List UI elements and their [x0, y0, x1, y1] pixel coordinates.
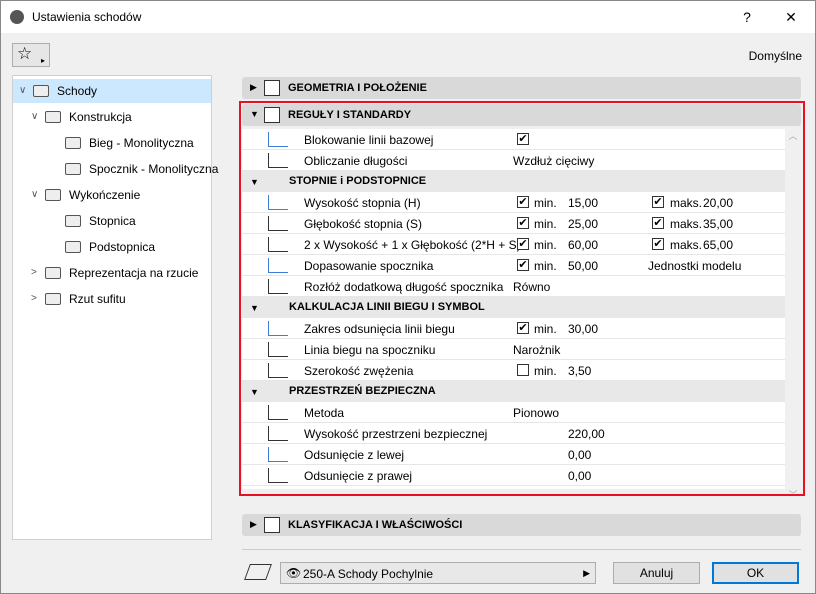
tree-item[interactable]: ∨ Wykończenie [13, 183, 211, 207]
tree-item-label: Schody [57, 84, 98, 98]
highlight-box [239, 101, 805, 496]
close-button[interactable]: ✕ [776, 5, 806, 29]
expand-icon: ▶ [250, 82, 257, 92]
item-icon [65, 163, 81, 175]
tree-item[interactable]: Podstopnica [13, 235, 211, 259]
section-label: KLASYFIKACJA I WŁAŚCIWOŚCI [288, 519, 463, 531]
document-icon [264, 517, 280, 533]
tree-item-label: Konstrukcja [69, 110, 132, 124]
dialog-window: Ustawienia schodów ? ✕ ☆ ▸ Domyślne ∨ Scho… [0, 0, 816, 594]
tree-item[interactable]: > Rzut sufitu [13, 287, 211, 311]
favorites-button[interactable]: ☆ ▸ [12, 43, 50, 67]
ok-button[interactable]: OK [712, 562, 799, 584]
tree-item[interactable]: > Reprezentacja na rzucie [13, 261, 211, 285]
window-title: Ustawienia schodów [32, 10, 142, 24]
tree-item[interactable]: ∨ Schody [13, 79, 211, 103]
item-icon [65, 137, 81, 149]
help-button[interactable]: ? [732, 5, 762, 29]
tree-item-label: Bieg - Monolityczna [89, 136, 194, 150]
tree-item-label: Spocznik - Monolityczna [89, 162, 219, 176]
tree-item-label: Rzut sufitu [69, 292, 126, 306]
tree-item[interactable]: Stopnica [13, 209, 211, 233]
item-icon [65, 241, 81, 253]
chevron-icon[interactable]: > [31, 287, 37, 311]
item-icon [45, 267, 61, 279]
item-icon [45, 189, 61, 201]
arrow-icon: ▶ [583, 568, 590, 578]
tree-item-label: Reprezentacja na rzucie [69, 266, 199, 280]
tree-item[interactable]: Bieg - Monolityczna [13, 131, 211, 155]
arrow-icon: ▸ [40, 56, 45, 65]
chevron-icon[interactable]: ∨ [31, 183, 38, 207]
tree-item-label: Wykończenie [69, 188, 141, 202]
item-icon [65, 215, 81, 227]
app-icon [10, 10, 24, 24]
chevron-icon[interactable]: > [31, 261, 37, 285]
item-icon [45, 293, 61, 305]
tree-item-label: Stopnica [89, 214, 136, 228]
preset-name: Domyślne [748, 49, 802, 63]
cancel-button[interactable]: Anuluj [613, 562, 700, 584]
layer-icon [244, 564, 272, 580]
tree-item-label: Podstopnica [89, 240, 156, 254]
divider [242, 549, 801, 550]
title-bar: Ustawienia schodów ? ✕ [1, 1, 815, 33]
item-icon [45, 111, 61, 123]
tree-item[interactable]: ∨ Konstrukcja [13, 105, 211, 129]
item-icon [33, 85, 49, 97]
star-icon: ☆ [17, 44, 33, 63]
chevron-icon[interactable]: ∨ [31, 105, 38, 129]
settings-tree: ∨ Schody ∨ Konstrukcja Bieg - Monolityczna Sp… [12, 75, 218, 540]
section-label: GEOMETRIA I POŁOŻENIE [288, 82, 427, 94]
chevron-icon[interactable]: ∨ [19, 79, 26, 103]
section-geometry[interactable]: ▶ GEOMETRIA I POŁOŻENIE [242, 77, 801, 99]
eye-icon: 👁 [286, 566, 302, 580]
section-classification[interactable]: ▶ KLASYFIKACJA I WŁAŚCIWOŚCI [242, 514, 801, 536]
expand-icon: ▶ [250, 519, 257, 529]
layer-label: 250-A Schody Pochylnie [303, 567, 434, 581]
tree-item[interactable]: Spocznik - Monolityczna [13, 157, 218, 181]
geometry-icon [264, 80, 280, 96]
layer-select[interactable]: 👁 250-A Schody Pochylnie ▶ [280, 562, 596, 584]
